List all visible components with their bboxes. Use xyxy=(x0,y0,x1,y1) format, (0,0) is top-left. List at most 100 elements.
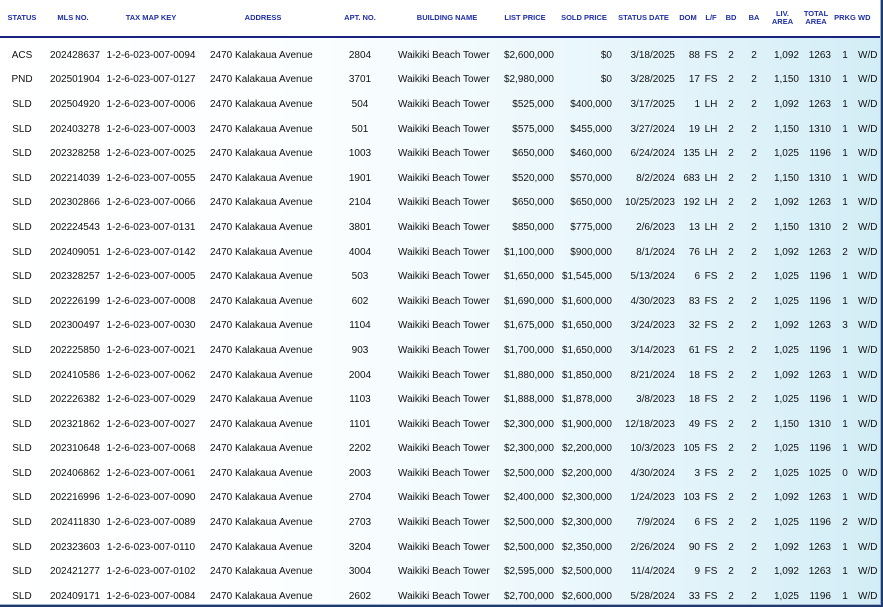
column-header-liv-area[interactable]: LIV. AREA xyxy=(766,0,799,36)
column-header-tmk[interactable]: TAX MAP KEY xyxy=(105,0,197,36)
cell-total-area: 1196 xyxy=(809,271,831,283)
cell-liv-area: 1,025 xyxy=(773,271,799,283)
cell-dom: 88 xyxy=(688,49,700,61)
cell-dom: 683 xyxy=(683,172,700,184)
table-row[interactable]: SLD 202224543 1-2-6-023-007-0131 2470 Kalak… xyxy=(0,215,880,240)
cell-wd: W/D xyxy=(858,271,878,283)
cell-prkg: 1 xyxy=(842,197,848,209)
table-row[interactable]: ACS 202428637 1-2-6-023-007-0094 2470 Kalak… xyxy=(0,43,880,68)
column-header-prkg[interactable]: PRKG xyxy=(831,0,859,36)
table-row[interactable]: SLD 202411830 1-2-6-023-007-0089 2470 Kalak… xyxy=(0,510,880,535)
cell-bd: 2 xyxy=(728,49,734,61)
cell-building: Waikiki Beach Tower xyxy=(398,394,490,406)
cell-apt: 2104 xyxy=(348,197,372,209)
column-header-lf[interactable]: L/F xyxy=(702,0,720,36)
column-header-status[interactable]: STATUS xyxy=(4,0,40,36)
column-header-list-price[interactable]: LIST PRICE xyxy=(496,0,554,36)
cell-total-area: 1196 xyxy=(809,394,831,406)
cell-wd: W/D xyxy=(858,344,878,356)
cell-ba: 2 xyxy=(751,566,757,578)
cell-mls: 202421277 xyxy=(49,566,100,578)
table-row[interactable]: PND 202501904 1-2-6-023-007-0127 2470 Kalak… xyxy=(0,68,880,93)
column-header-sold-price[interactable]: SOLD PRICE xyxy=(556,0,612,36)
table-row[interactable]: SLD 202214039 1-2-6-023-007-0055 2470 Kalak… xyxy=(0,166,880,191)
cell-liv-area: 1,150 xyxy=(773,172,799,184)
table-row[interactable]: SLD 202409171 1-2-6-023-007-0084 2470 Kalak… xyxy=(0,584,880,604)
cell-dom: 18 xyxy=(688,369,700,381)
cell-dom: 17 xyxy=(688,74,700,86)
table-row[interactable]: SLD 202328258 1-2-6-023-007-0025 2470 Kalak… xyxy=(0,141,880,166)
column-header-bd[interactable]: BD xyxy=(723,0,739,36)
cell-wd: W/D xyxy=(858,49,878,61)
cell-wd: W/D xyxy=(858,295,878,307)
cell-ba: 2 xyxy=(751,49,757,61)
table-row[interactable]: SLD 202504920 1-2-6-023-007-0006 2470 Kalak… xyxy=(0,92,880,117)
cell-prkg: 1 xyxy=(842,98,848,110)
cell-wd: W/D xyxy=(858,246,878,258)
cell-building: Waikiki Beach Tower xyxy=(398,246,490,258)
column-header-mls[interactable]: MLS NO. xyxy=(46,0,100,36)
cell-liv-area: 1,150 xyxy=(773,74,799,86)
cell-status: SLD xyxy=(12,467,32,479)
cell-liv-area: 1,025 xyxy=(773,467,799,479)
column-header-total-area[interactable]: TOTAL AREA xyxy=(801,0,831,36)
cell-wd: W/D xyxy=(858,320,878,332)
cell-total-area: 1310 xyxy=(808,74,831,86)
column-header-apt[interactable]: APT. NO. xyxy=(334,0,386,36)
column-header-building[interactable]: BUILDING NAME xyxy=(398,0,496,36)
cell-bd: 2 xyxy=(728,418,734,430)
table-row[interactable]: SLD 202421277 1-2-6-023-007-0102 2470 Kalak… xyxy=(0,559,880,584)
cell-lf: FS xyxy=(704,590,718,602)
cell-list-price: $1,650,000 xyxy=(503,271,554,283)
column-header-wd[interactable]: WD xyxy=(858,0,880,36)
table-body: ACS 202428637 1-2-6-023-007-0094 2470 Kalak… xyxy=(0,43,880,604)
cell-lf: FS xyxy=(704,74,718,86)
cell-ba: 2 xyxy=(751,344,757,356)
cell-prkg: 1 xyxy=(842,295,848,307)
cell-mls: 202302866 xyxy=(49,197,100,209)
cell-wd: W/D xyxy=(858,443,878,455)
cell-list-price: $2,500,000 xyxy=(503,541,554,553)
table-row[interactable]: SLD 202403278 1-2-6-023-007-0003 2470 Kalak… xyxy=(0,117,880,142)
cell-dom: 49 xyxy=(688,418,700,430)
table-row[interactable]: SLD 202300497 1-2-6-023-007-0030 2470 Kalak… xyxy=(0,314,880,339)
table-row[interactable]: SLD 202321862 1-2-6-023-007-0027 2470 Kalak… xyxy=(0,412,880,437)
cell-address: 2470 Kalakaua Avenue xyxy=(210,74,313,86)
cell-prkg: 1 xyxy=(842,74,848,86)
cell-status-date: 3/24/2023 xyxy=(630,320,676,332)
table-row[interactable]: SLD 202226199 1-2-6-023-007-0008 2470 Kalak… xyxy=(0,289,880,314)
cell-address: 2470 Kalakaua Avenue xyxy=(210,467,313,479)
cell-address: 2470 Kalakaua Avenue xyxy=(210,221,313,233)
column-header-status-date[interactable]: STATUS DATE xyxy=(612,0,675,36)
cell-lf: LH xyxy=(704,221,718,233)
cell-bd: 2 xyxy=(728,517,734,529)
table-row[interactable]: SLD 202216996 1-2-6-023-007-0090 2470 Kalak… xyxy=(0,486,880,511)
table-row[interactable]: SLD 202302866 1-2-6-023-007-0066 2470 Kalak… xyxy=(0,191,880,216)
cell-apt: 2003 xyxy=(348,467,372,479)
cell-building: Waikiki Beach Tower xyxy=(398,74,490,86)
cell-ba: 2 xyxy=(751,271,757,283)
cell-bd: 2 xyxy=(728,566,734,578)
column-header-ba[interactable]: BA xyxy=(745,0,763,36)
cell-apt: 503 xyxy=(351,271,369,283)
column-header-dom[interactable]: DOM xyxy=(676,0,700,36)
table-row[interactable]: SLD 202328257 1-2-6-023-007-0005 2470 Kalak… xyxy=(0,264,880,289)
cell-list-price: $1,880,000 xyxy=(503,369,554,381)
table-row[interactable]: SLD 202310648 1-2-6-023-007-0068 2470 Kalak… xyxy=(0,437,880,462)
table-row[interactable]: SLD 202225850 1-2-6-023-007-0021 2470 Kalak… xyxy=(0,338,880,363)
table-row[interactable]: SLD 202323603 1-2-6-023-007-0110 2470 Kalak… xyxy=(0,535,880,560)
column-header-address[interactable]: ADDRESS xyxy=(210,0,316,36)
cell-address: 2470 Kalakaua Avenue xyxy=(210,369,313,381)
cell-apt: 602 xyxy=(351,295,369,307)
table-row[interactable]: SLD 202406862 1-2-6-023-007-0061 2470 Kalak… xyxy=(0,461,880,486)
cell-prkg: 1 xyxy=(842,369,848,381)
cell-list-price: $2,595,000 xyxy=(503,566,554,578)
cell-wd: W/D xyxy=(858,98,878,110)
table-row[interactable]: SLD 202409051 1-2-6-023-007-0142 2470 Kalak… xyxy=(0,240,880,265)
cell-bd: 2 xyxy=(728,74,734,86)
cell-status: SLD xyxy=(12,123,32,135)
cell-bd: 2 xyxy=(728,320,734,332)
table-row[interactable]: SLD 202226382 1-2-6-023-007-0029 2470 Kalak… xyxy=(0,387,880,412)
cell-list-price: $2,980,000 xyxy=(503,74,554,86)
table-row[interactable]: SLD 202410586 1-2-6-023-007-0062 2470 Kalak… xyxy=(0,363,880,388)
